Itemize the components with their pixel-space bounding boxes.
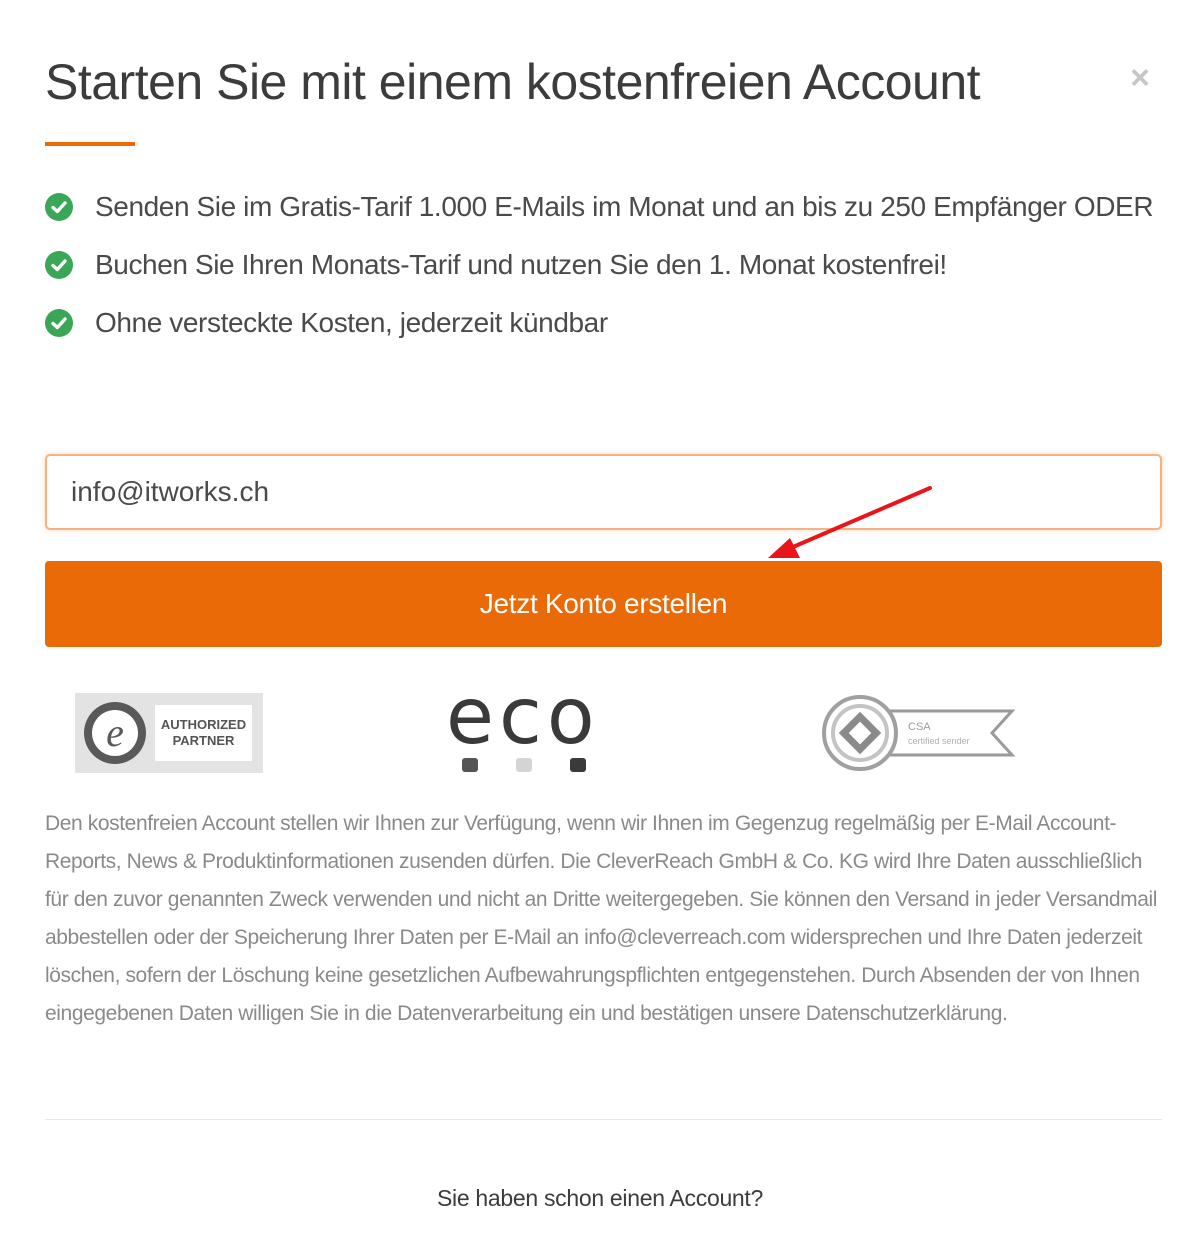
benefit-item: Ohne versteckte Kosten, jederzeit kündba… [45,294,1165,352]
create-account-button[interactable]: Jetzt Konto erstellen [45,561,1162,647]
close-button[interactable]: × [1120,58,1160,98]
modal-title: Starten Sie mit einem kostenfreien Accou… [45,54,981,110]
title-underline [45,142,135,146]
eco-logo-text: eco [446,672,600,762]
csa-label: CSA [908,721,931,733]
privacy-disclaimer: Den kostenfreien Account stellen wir Ihn… [45,812,1158,1025]
benefit-text: Buchen Sie Ihren Monats-Tarif und nutzen… [95,249,947,280]
badge-line2: PARTNER [172,733,235,748]
authorized-partner-label: AUTHORIZED PARTNER [155,705,252,761]
signup-modal: Starten Sie mit einem kostenfreien Accou… [0,0,1200,1255]
benefit-text: Senden Sie im Gratis-Tarif 1.000 E-Mails… [95,191,1154,222]
trusted-shops-badge: e AUTHORIZED PARTNER [75,693,263,773]
eco-dot [570,758,586,772]
benefit-text: Ohne versteckte Kosten, jederzeit kündba… [95,307,608,338]
check-circle-icon [45,309,73,337]
benefit-item: Buchen Sie Ihren Monats-Tarif und nutzen… [45,236,1165,294]
annotation-arrow-icon [768,486,932,558]
csa-certified-sender-logo: CSA certified sender [822,695,1016,771]
eco-dot [516,758,532,772]
trusted-shops-letter: e [92,710,138,756]
login-link[interactable]: Sie haben schon einen Account? [0,1180,1200,1216]
badge-line1: AUTHORIZED [160,717,247,732]
benefit-item: Senden Sie im Gratis-Tarif 1.000 E-Mails… [45,178,1165,236]
check-circle-icon [45,193,73,221]
eco-dot [462,758,478,772]
eco-logo: eco [440,672,610,782]
check-circle-icon [45,251,73,279]
trusted-shops-logo-icon: e [84,702,146,764]
close-icon: × [1130,58,1150,97]
benefits-list: Senden Sie im Gratis-Tarif 1.000 E-Mails… [45,178,1165,352]
email-field[interactable] [45,454,1162,530]
divider [45,1119,1162,1120]
csa-sublabel: certified sender [908,736,970,746]
